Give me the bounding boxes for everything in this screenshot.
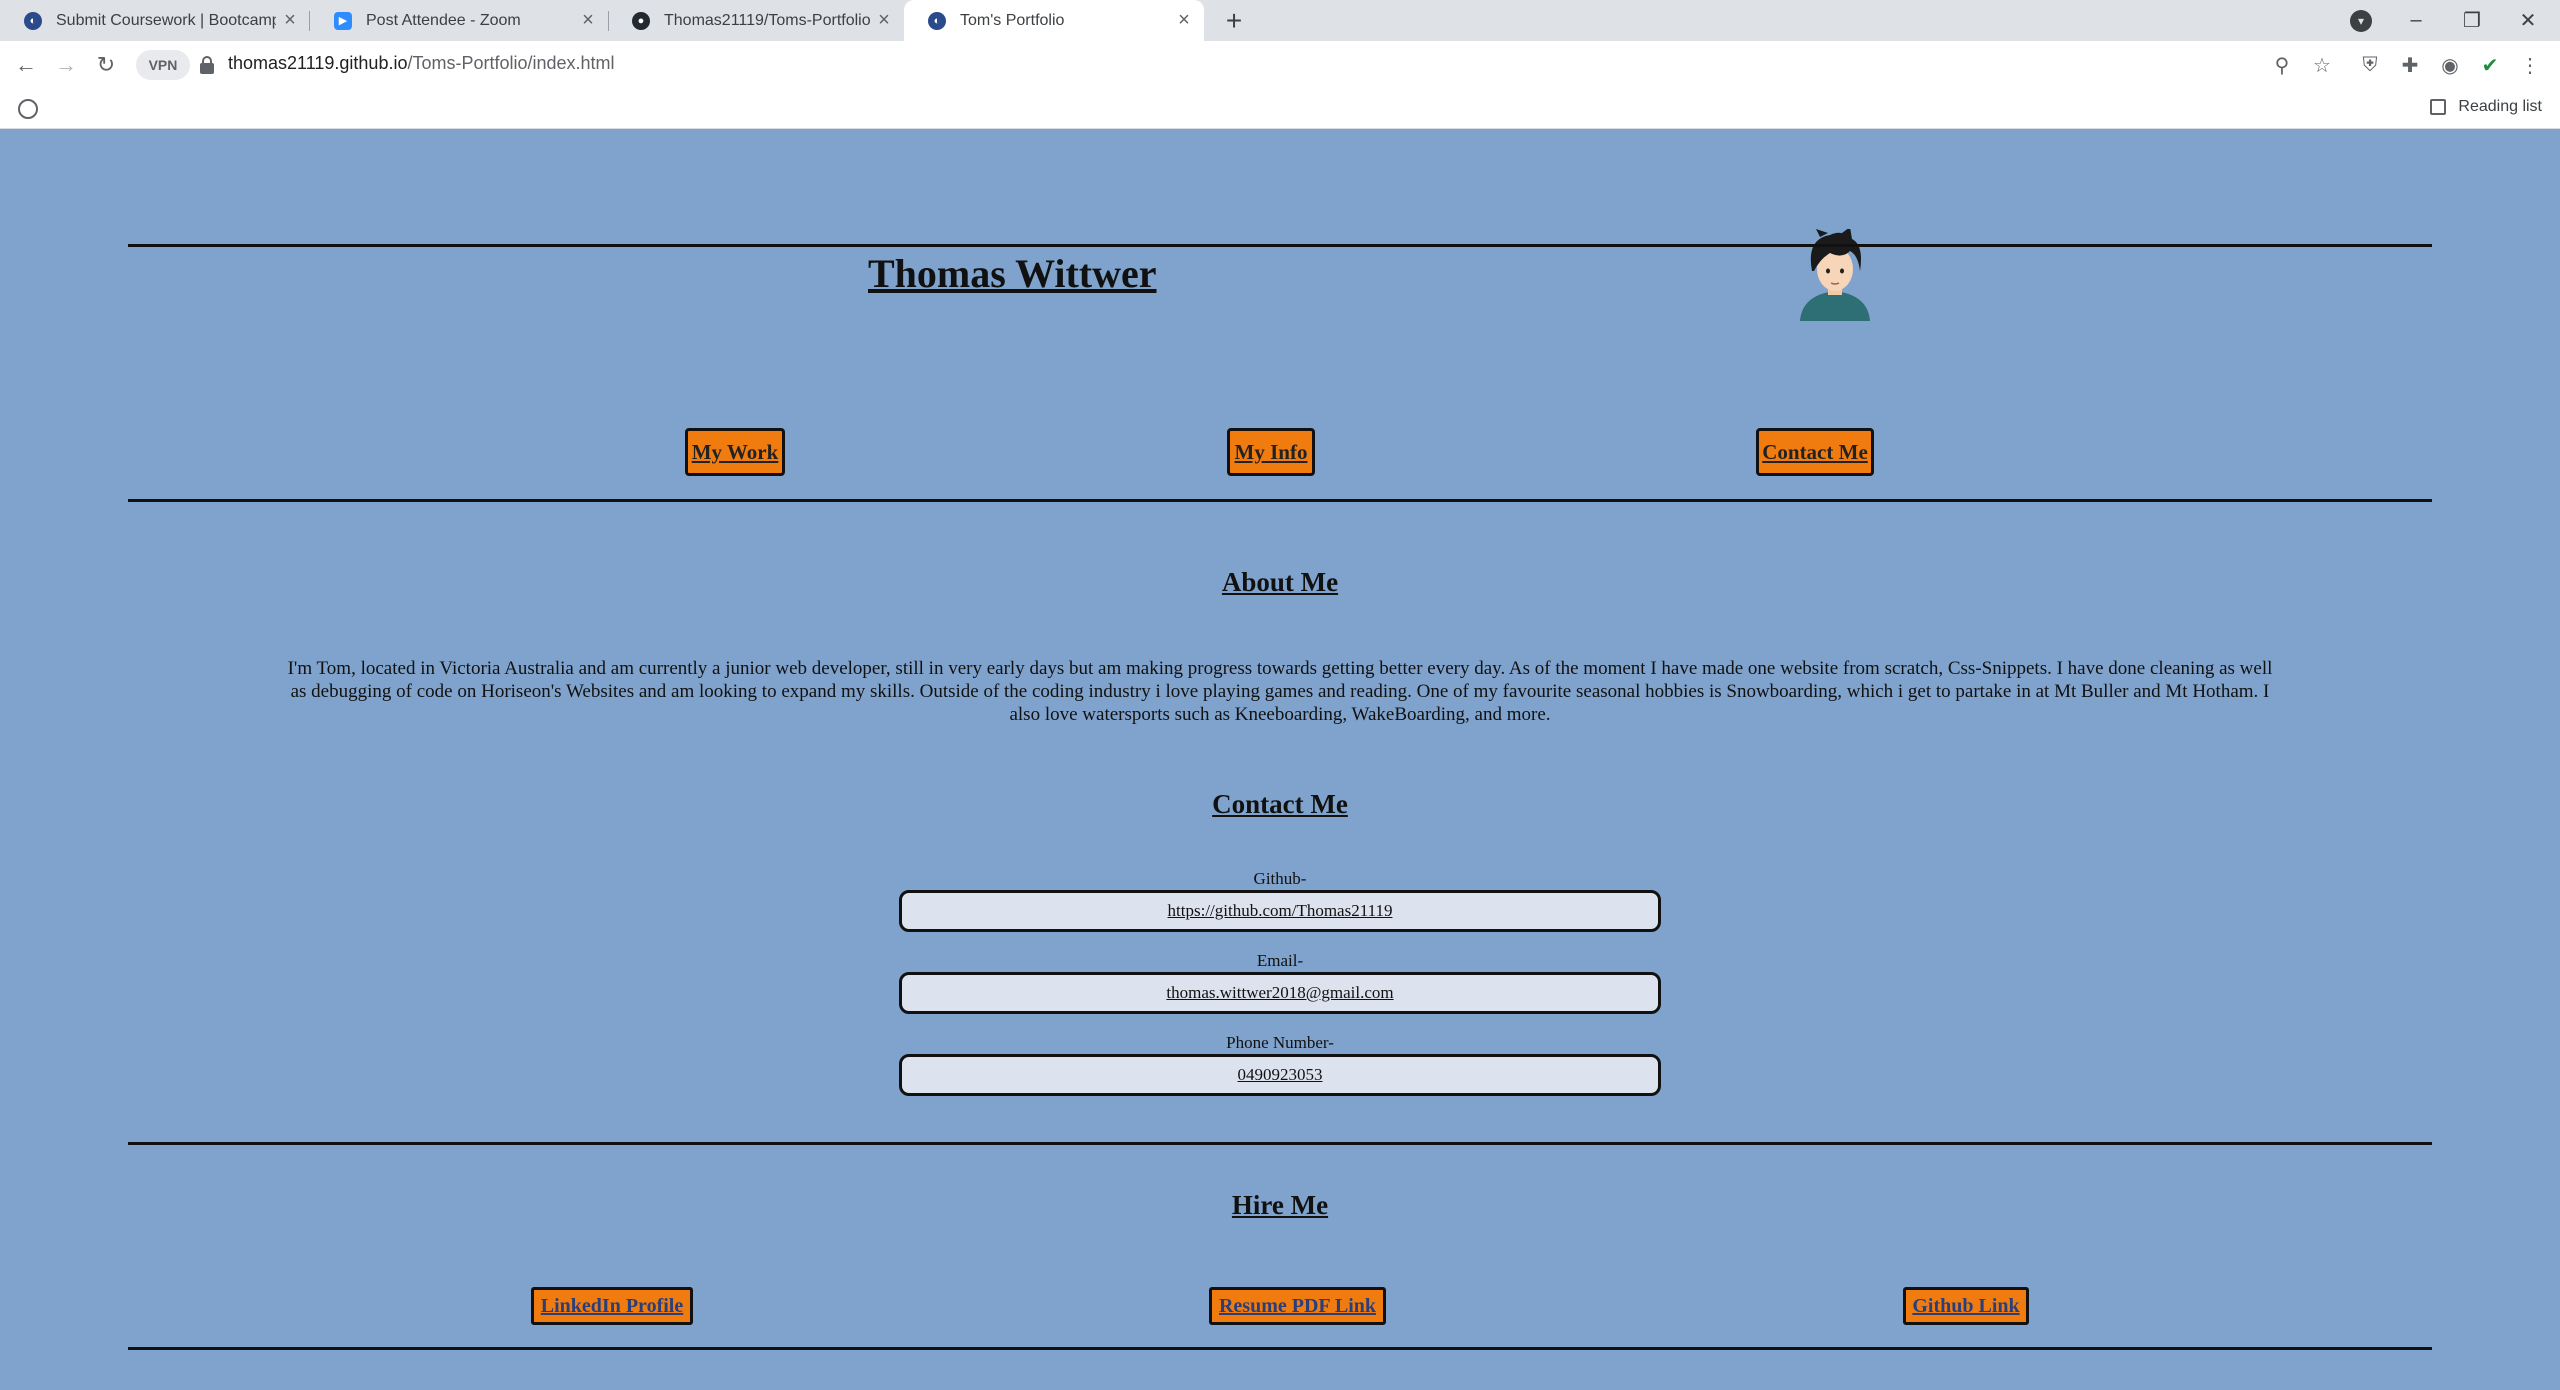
tab-title: Thomas21119/Toms-Portfolio <box>664 11 870 29</box>
divider-contact <box>128 1142 2432 1145</box>
nav-my-info-button[interactable]: My Info <box>1227 428 1315 476</box>
github-link[interactable]: https://github.com/Thomas21119 <box>899 890 1661 932</box>
back-arrow-icon[interactable]: ← <box>10 49 42 81</box>
bookmark-star-icon[interactable]: ☆ <box>2308 51 2336 79</box>
globe-icon: ◐ <box>928 11 946 30</box>
extension-icon[interactable]: ⛨ <box>2356 51 2384 79</box>
site-title: Thomas Wittwer <box>868 251 1157 296</box>
minimize-icon[interactable]: – <box>2388 0 2444 41</box>
github-label: Github- <box>1253 869 1307 888</box>
url-host: thomas21119.github.io <box>228 53 408 73</box>
forward-arrow-icon[interactable]: → <box>50 49 82 81</box>
browser-tabstrip: ◐ Submit Coursework | Bootcamp S × ▶ Pos… <box>0 0 2560 41</box>
about-heading: About Me <box>1221 567 1339 597</box>
github-link-button[interactable]: Github Link <box>1903 1287 2029 1325</box>
tab-bootcamp[interactable]: ◐ Submit Coursework | Bootcamp S × <box>0 0 310 41</box>
bookmarks-bar: Reading list <box>0 89 2560 129</box>
portfolio-page: Thomas Wittwer My Work My Info Contact M… <box>0 129 2560 1390</box>
tab-title: Submit Coursework | Bootcamp S <box>56 11 276 29</box>
email-label: Email- <box>1256 951 1304 970</box>
divider-nav <box>128 499 2432 502</box>
divider-bottom <box>128 1347 2432 1350</box>
reading-list-icon <box>2430 99 2447 115</box>
tab-zoom[interactable]: ▶ Post Attendee - Zoom × <box>310 0 608 41</box>
close-tab-icon[interactable]: × <box>1170 9 1198 32</box>
tab-portfolio[interactable]: ◐ Tom's Portfolio × <box>904 0 1204 41</box>
tab-title: Tom's Portfolio <box>960 11 1065 29</box>
address-bar[interactable]: thomas21119.github.io/Toms-Portfolio/ind… <box>228 53 615 74</box>
shield-check-icon[interactable]: ✔ <box>2476 51 2504 79</box>
close-window-icon[interactable]: ✕ <box>2500 0 2556 41</box>
avatar <box>1800 229 1870 321</box>
new-tab-plus-icon[interactable]: + <box>1219 0 1249 41</box>
browser-toolbar: ← → ↻ VPN thomas21119.github.io/Toms-Por… <box>0 41 2560 89</box>
phone-link[interactable]: 0490923053 <box>899 1054 1661 1096</box>
restore-icon[interactable]: ❐ <box>2444 0 2500 41</box>
nav-contact-me-button[interactable]: Contact Me <box>1756 428 1874 476</box>
nav-my-work-button[interactable]: My Work <box>685 428 785 476</box>
phone-label: Phone Number- <box>1226 1033 1334 1052</box>
profile-avatar-icon[interactable]: ◉ <box>2436 51 2464 79</box>
hire-heading: Hire Me <box>1231 1190 1329 1220</box>
linkedin-profile-button[interactable]: LinkedIn Profile <box>531 1287 693 1325</box>
lock-icon[interactable] <box>200 56 214 74</box>
vpn-badge[interactable]: VPN <box>136 50 190 80</box>
reload-icon[interactable]: ↻ <box>90 49 122 81</box>
tab-title: Post Attendee - Zoom <box>366 11 521 29</box>
url-path: /Toms-Portfolio/index.html <box>407 53 615 73</box>
reading-list-label: Reading list <box>2458 98 2542 115</box>
divider-top <box>128 244 2432 247</box>
zoom-icon: ▶ <box>334 11 352 30</box>
close-tab-icon[interactable]: × <box>276 9 304 32</box>
globe-icon: ◐ <box>24 11 42 30</box>
reading-list-button[interactable]: Reading list <box>2430 98 2542 116</box>
close-tab-icon[interactable]: × <box>870 9 898 32</box>
about-paragraph: I'm Tom, located in Victoria Australia a… <box>287 658 2273 725</box>
tab-github[interactable]: ● Thomas21119/Toms-Portfolio × <box>608 0 904 41</box>
globe-bookmark-icon[interactable] <box>18 99 38 119</box>
resume-pdf-button[interactable]: Resume PDF Link <box>1209 1287 1386 1325</box>
tab-search-icon[interactable]: ▾ <box>2350 10 2372 32</box>
zoom-magnifier-icon[interactable]: ⚲ <box>2268 51 2296 79</box>
contact-heading: Contact Me <box>1212 789 1348 819</box>
kebab-menu-icon[interactable]: ⋮ <box>2516 51 2544 79</box>
github-icon: ● <box>632 11 650 30</box>
puzzle-extensions-icon[interactable]: ✚ <box>2396 51 2424 79</box>
email-link[interactable]: thomas.wittwer2018@gmail.com <box>899 972 1661 1014</box>
close-tab-icon[interactable]: × <box>574 9 602 32</box>
